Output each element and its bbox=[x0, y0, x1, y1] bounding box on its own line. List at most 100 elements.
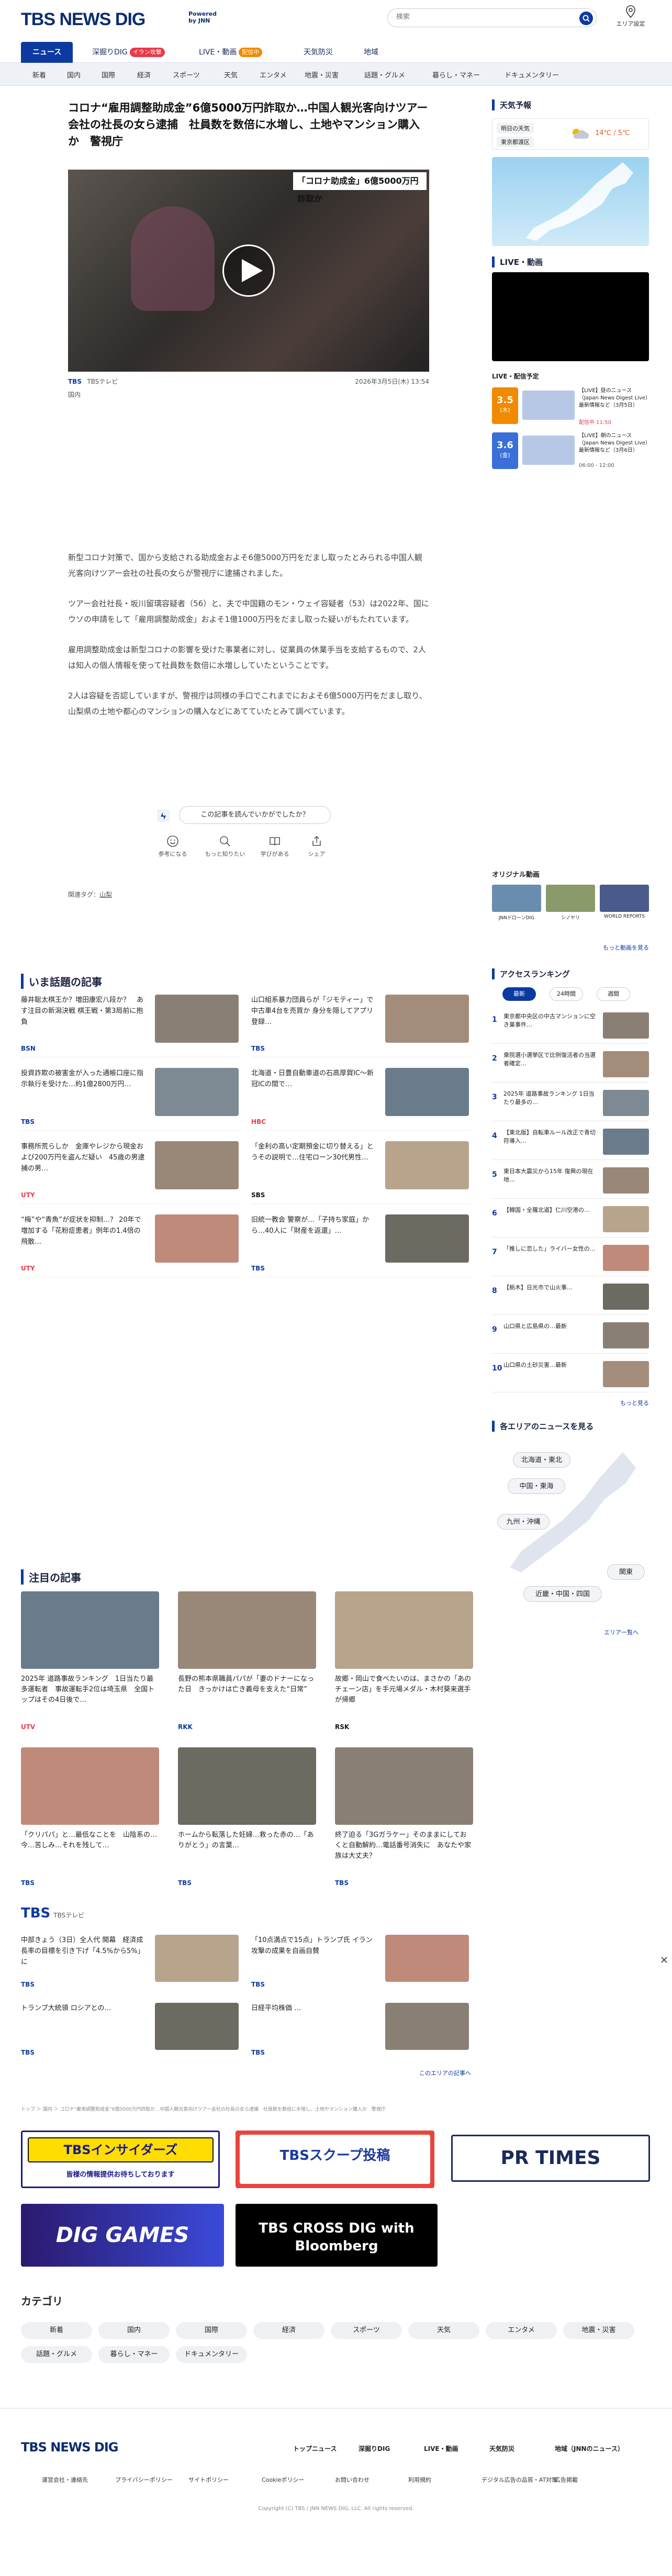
reaction-learn[interactable]: 学びがある bbox=[254, 835, 296, 858]
cat-nav-gourmet[interactable]: 話題・グルメ bbox=[364, 70, 405, 80]
category-pill[interactable]: 暮らし・マネー bbox=[98, 2346, 170, 2363]
banner-prtimes[interactable]: PR TIMES bbox=[451, 2135, 650, 2182]
ranking-row[interactable]: 5 東日本大震災から15年 復興の現在地… bbox=[492, 1163, 649, 1199]
tbs-card[interactable]: 「10点満点で15点」トランプ氏 イラン攻撃の成果を自画自賛 TBS bbox=[251, 1935, 471, 1992]
category-pill[interactable]: 地震・災害 bbox=[563, 2322, 634, 2339]
article-video[interactable]: 「コロナ助成金」6億5000万円詐取か bbox=[68, 170, 429, 372]
area-button-chubu-tokai[interactable]: 中国・東海 bbox=[508, 1478, 565, 1494]
nav-dig[interactable]: 深掘りDIG イラン攻撃 bbox=[92, 42, 165, 63]
featured-card[interactable]: 「クリパパ」と…最低なことを 山陰系の…今…苦しみ…それを残して… TBS bbox=[21, 1747, 159, 1894]
search-button[interactable] bbox=[579, 12, 593, 25]
footer-link[interactable]: お問い合わせ bbox=[335, 2475, 369, 2484]
breadcrumb[interactable]: トップ ＞ 国内 ＞ コロナ“雇用調整助成金”6億5000万円詐取か…中国人観光… bbox=[21, 2105, 649, 2112]
trending-card[interactable]: “梅”や“青魚”が症状を抑制…？ 20年で増加する「花粉症患者」例年の1.4倍の… bbox=[21, 1214, 241, 1277]
search-input[interactable] bbox=[396, 13, 569, 21]
weather-map[interactable] bbox=[492, 157, 649, 246]
reaction-helpful[interactable]: 参考になる bbox=[152, 835, 194, 858]
reaction-more[interactable]: もっと知りたい bbox=[199, 835, 251, 858]
ranking-row[interactable]: 9 山口県と広島県の…最新 bbox=[492, 1318, 649, 1354]
area-setting-button[interactable]: エリア設定 bbox=[612, 5, 649, 28]
area-button-kinki-chugoku-shikoku[interactable]: 近畿・中国・四国 bbox=[523, 1586, 602, 1602]
trending-card[interactable]: 藤井聡太棋王か？増田康宏八段か？ あす注目の新潟決戦 棋王戦・第3局前に抱負 BS… bbox=[21, 995, 241, 1057]
cat-nav-disaster[interactable]: 地震・災害 bbox=[305, 70, 339, 80]
area-button-kyushu-okinawa[interactable]: 九州・沖縄 bbox=[497, 1514, 550, 1530]
original-thumb[interactable] bbox=[546, 885, 595, 912]
banner-crossdig[interactable]: TBS CROSS DIG with Bloomberg bbox=[236, 2204, 438, 2267]
ranking-row[interactable]: 6 【韓国・全羅北道】仁川空港の… bbox=[492, 1202, 649, 1237]
footer-link[interactable]: 広告掲載 bbox=[555, 2475, 578, 2484]
featured-card[interactable]: 2025年 道路事故ランキング 1日当たり最多運転者 事故運転手2位は埼玉県 全… bbox=[21, 1591, 159, 1738]
category-pill[interactable]: エンタメ bbox=[486, 2322, 557, 2339]
featured-card[interactable]: 終了迫る「3Gガラケー」そのままにしておくと自動解約…電話番号消失に あなたや家… bbox=[335, 1747, 473, 1894]
footer-nav-link[interactable]: 深掘りDIG bbox=[359, 2444, 390, 2453]
live-item[interactable]: 3.5 (木) 【LIVE】昼のニュース（Japan News Digest Li… bbox=[492, 387, 649, 426]
tbs-more-link[interactable]: このエリアの記事へ bbox=[419, 2069, 471, 2077]
category-pill[interactable]: 国内 bbox=[98, 2322, 170, 2339]
trending-card[interactable]: 北海道・日豊自動車道の石高厚賀IC〜新冠ICの間で… HBC bbox=[251, 1068, 471, 1131]
trending-card[interactable]: 「金利の高い定期預金に切り替える」とうその説明で…住宅ローン30代男性… SBS bbox=[251, 1141, 471, 1204]
nav-weather[interactable]: 天気防災 bbox=[304, 42, 333, 63]
cat-nav-sports[interactable]: スポーツ bbox=[173, 70, 200, 80]
tag-link[interactable]: 山梨 bbox=[99, 891, 112, 898]
tbs-card[interactable]: トランプ大統領 ロシアとの… TBS bbox=[21, 2003, 241, 2060]
ranking-tab-week[interactable]: 週間 bbox=[597, 987, 630, 1001]
ranking-row[interactable]: 2 衆院選小選挙区で比例復活者の当選者確定… bbox=[492, 1047, 649, 1083]
nav-live[interactable]: LIVE・動画 配信中 bbox=[199, 42, 263, 63]
original-thumb[interactable] bbox=[492, 885, 541, 912]
ranking-row[interactable]: 10 山口県の土砂災害…最新 bbox=[492, 1357, 649, 1392]
trending-card[interactable]: 投資詐欺の被害金が入った通帳口座に指示執行を受けた…約1億2800万円… TBS bbox=[21, 1068, 241, 1131]
original-more-link[interactable]: もっと動画を見る bbox=[603, 943, 649, 952]
search-box[interactable] bbox=[387, 8, 597, 27]
featured-card[interactable]: ホームから転落した妊婦…救った赤の…「ありがとう」の言葉… TBS bbox=[178, 1747, 316, 1894]
live-item[interactable]: 3.6 (金) 【LIVE】朝のニュース（Japan News Digest Li… bbox=[492, 432, 649, 471]
footer-nav-link[interactable]: 天気防災 bbox=[489, 2444, 514, 2453]
nav-region[interactable]: 地域 bbox=[364, 42, 378, 63]
banner-scoop[interactable]: TBSスクープ投稿 bbox=[236, 2131, 434, 2188]
area-button-kanto[interactable]: 関東 bbox=[607, 1564, 645, 1580]
ranking-row[interactable]: 3 2025年 道路事故ランキング 1日当たり最多の… bbox=[492, 1086, 649, 1121]
close-icon[interactable] bbox=[660, 1956, 668, 1964]
trending-card[interactable]: 事務所荒らしか 金庫やレジから現金および200万円を盗んだ疑い 45歳の男逮捕の… bbox=[21, 1141, 241, 1204]
ranking-row[interactable]: 7 「推しに恋した」ライバー女性の… bbox=[492, 1241, 649, 1276]
cat-nav-domestic[interactable]: 国内 bbox=[67, 70, 81, 80]
share-button[interactable]: シェア bbox=[301, 835, 332, 858]
area-list-link[interactable]: エリア一覧へ bbox=[604, 1628, 639, 1636]
footer-nav-link[interactable]: 地域（JNNのニュース） bbox=[555, 2444, 624, 2453]
footer-link[interactable]: プライバシーポリシー bbox=[115, 2475, 173, 2484]
footer-link[interactable]: Cookieポリシー bbox=[262, 2475, 304, 2484]
featured-card[interactable]: 長野の熊本県職員パパが「妻のドナーになった日 きっかけは亡き義母を支えた“日常”… bbox=[178, 1591, 316, 1738]
article-category[interactable]: 国内 bbox=[68, 390, 81, 399]
category-pill[interactable]: 天気 bbox=[408, 2322, 479, 2339]
banner-dig-games[interactable]: DIG GAMES bbox=[21, 2204, 224, 2267]
ranking-tab-latest[interactable]: 最新 bbox=[502, 987, 536, 1001]
tbs-card[interactable]: 中部きょう（3日）全人代 開幕 経済成長率の目標を引き下げ「4.5%から5%」に… bbox=[21, 1935, 241, 1992]
footer-link[interactable]: 運営会社・連絡先 bbox=[42, 2475, 88, 2484]
cat-nav-doc[interactable]: ドキュメンタリー bbox=[505, 70, 559, 80]
category-pill[interactable]: 話題・グルメ bbox=[21, 2346, 92, 2363]
category-pill[interactable]: ドキュメンタリー bbox=[176, 2346, 247, 2363]
ranking-more-link[interactable]: もっと見る bbox=[620, 1399, 649, 1407]
ranking-row[interactable]: 4 【東北版】自転車ルール改正で青切符導入… bbox=[492, 1124, 649, 1160]
banner-insiders[interactable]: TBSインサイダーズ 皆様の情報提供お待ちしております bbox=[21, 2131, 220, 2188]
footer-logo[interactable]: TBS NEWS DIG bbox=[21, 2440, 118, 2455]
site-logo[interactable]: TBS NEWS DIG bbox=[21, 9, 145, 30]
category-pill[interactable]: 国際 bbox=[176, 2322, 247, 2339]
weather-widget[interactable]: 明日の天気 東京都渡区 14℃ / 5℃ bbox=[492, 118, 649, 150]
trending-card[interactable]: 旧統一教会 警察が…「子持ち家庭」から…40人に「財産を返還」… TBS bbox=[251, 1214, 471, 1277]
tbs-card[interactable]: 日経平均株価 … TBS bbox=[251, 2003, 471, 2060]
ranking-row[interactable]: 8 【栃木】日光市で山火事… bbox=[492, 1279, 649, 1315]
cat-nav-weather[interactable]: 天気 bbox=[224, 70, 238, 80]
featured-card[interactable]: 故郷・岡山で食べたいのは、まさかの「あのチェーン店」を手元場メダル・木村葵来選手… bbox=[335, 1591, 473, 1738]
footer-nav-link[interactable]: LIVE・動画 bbox=[424, 2444, 458, 2453]
cat-nav-economy[interactable]: 経済 bbox=[137, 70, 151, 80]
nav-news[interactable]: ニュース bbox=[21, 42, 73, 63]
footer-link[interactable]: デジタル広告の品質・AT対策 bbox=[481, 2475, 557, 2484]
category-pill[interactable]: 新着 bbox=[21, 2322, 92, 2339]
footer-link[interactable]: サイトポリシー bbox=[188, 2475, 229, 2484]
cat-nav-ent[interactable]: エンタメ bbox=[260, 70, 287, 80]
footer-nav-link[interactable]: トップニュース bbox=[293, 2444, 337, 2453]
trending-card[interactable]: 山口組系暴力団員らが「ジモティー」で中古車4台を売買か 身分を隠してアプリ登録…… bbox=[251, 995, 471, 1057]
cat-nav-money[interactable]: 暮らし・マネー bbox=[432, 70, 480, 80]
play-button[interactable] bbox=[222, 244, 275, 297]
area-button-hokkaido-tohoku[interactable]: 北海道・東北 bbox=[513, 1452, 570, 1468]
